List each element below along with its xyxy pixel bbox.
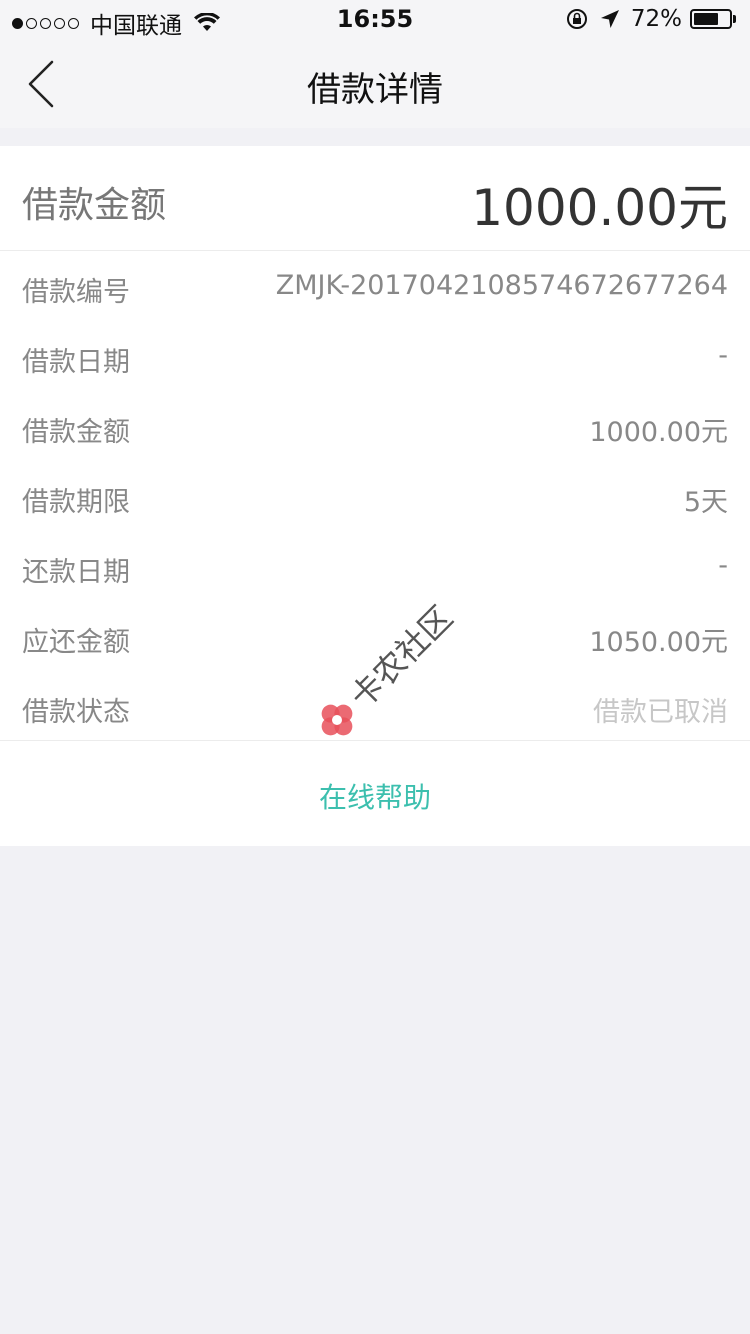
detail-label: 借款期限 — [22, 487, 130, 518]
detail-row-loan-amount: 借款金额 1000.00元 — [0, 392, 750, 462]
battery-tip — [733, 15, 736, 23]
loan-amount-summary: 借款金额 1000.00元 — [0, 146, 750, 251]
detail-label: 借款状态 — [22, 697, 130, 728]
detail-row-loan-term: 借款期限 5天 — [0, 462, 750, 532]
detail-value: - — [718, 340, 728, 371]
detail-row-loan-status: 借款状态 借款已取消 — [0, 672, 750, 742]
battery-percent: 72% — [630, 6, 682, 32]
summary-label: 借款金额 — [22, 185, 167, 226]
status-value: 借款已取消 — [593, 697, 728, 728]
online-help-link[interactable]: 在线帮助 — [0, 776, 750, 816]
detail-label: 借款金额 — [22, 417, 130, 448]
detail-label: 还款日期 — [22, 557, 130, 588]
page-title: 借款详情 — [307, 70, 443, 110]
loan-detail-card: 借款金额 1000.00元 借款编号 ZMJK-2017042108574672… — [0, 146, 750, 846]
detail-row-repay-amount: 应还金额 1050.00元 — [0, 602, 750, 672]
location-arrow-icon — [600, 10, 619, 28]
detail-row-loan-number: 借款编号 ZMJK-20170421085746726772­64 — [0, 252, 750, 322]
detail-value: 1050.00元 — [589, 627, 728, 658]
divider — [0, 740, 750, 741]
detail-value: - — [718, 550, 728, 581]
rotation-lock-icon — [566, 9, 587, 29]
status-bar: 中国联通 16:55 72% — [0, 0, 750, 40]
detail-value: ZMJK-20170421085746726772­64 — [275, 270, 728, 301]
detail-label: 借款编号 — [22, 277, 130, 308]
navigation-bar: 借款详情 — [0, 40, 750, 128]
detail-value: 1000.00元 — [589, 417, 728, 448]
battery-icon — [690, 9, 732, 29]
status-right: 72% — [565, 6, 736, 32]
detail-row-loan-date: 借款日期 - — [0, 322, 750, 392]
summary-value: 1000.00元 — [471, 179, 728, 237]
detail-label: 应还金额 — [22, 627, 130, 658]
detail-value: 5天 — [683, 487, 728, 518]
detail-row-repay-date: 还款日期 - — [0, 532, 750, 602]
detail-label: 借款日期 — [22, 347, 130, 378]
battery-fill — [694, 13, 718, 25]
